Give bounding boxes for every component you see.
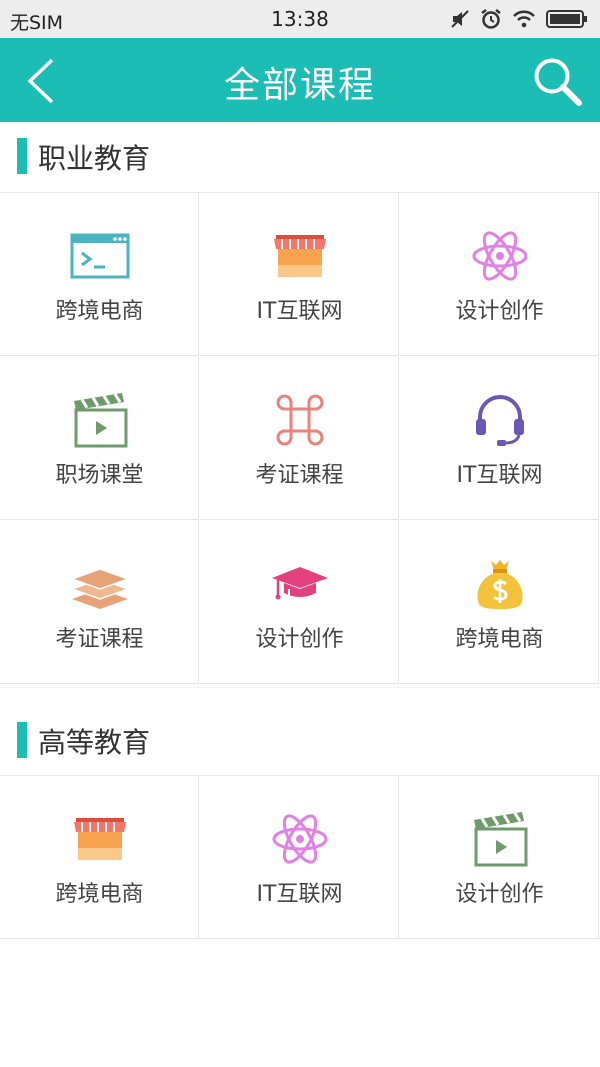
course-tile[interactable]: 设计创作 [400, 193, 599, 356]
course-tile[interactable]: 设计创作 [200, 521, 399, 684]
section-accent-bar [17, 138, 27, 174]
section-title: 职业教育 [38, 142, 151, 175]
storefront-icon [274, 235, 326, 277]
course-label: 跨境电商 [55, 299, 144, 324]
section-header-vocational: 职业教育 [0, 122, 600, 192]
status-bar: 无SIM 13:38 [0, 0, 600, 38]
section-title: 高等教育 [38, 726, 151, 759]
course-label: 设计创作 [455, 882, 544, 907]
app-header: 全部课程 [0, 38, 600, 122]
course-tile[interactable]: 跨境电商 [0, 193, 199, 356]
atom-icon [472, 231, 528, 281]
course-tile[interactable]: 考证课程 [0, 521, 199, 684]
layers-icon [69, 568, 131, 609]
course-tile[interactable]: IT互联网 [400, 357, 599, 520]
course-tile[interactable]: 考证课程 [200, 357, 399, 520]
clapperboard-icon [74, 393, 128, 448]
terminal-window-icon [70, 233, 130, 279]
course-tile[interactable]: 跨境电商 [400, 521, 599, 684]
course-tile[interactable]: 设计创作 [400, 776, 599, 939]
section-header-higher-education: 高等教育 [0, 706, 600, 776]
section-divider [0, 687, 600, 688]
wifi-icon [513, 10, 535, 28]
course-tile[interactable]: 跨境电商 [0, 776, 199, 939]
storefront-icon [74, 818, 126, 860]
course-grid-vocational: 跨境电商 IT互联网 设计创作 职场课堂 考证课程 IT互联网 考证课程 设计创… [0, 192, 600, 687]
mute-icon [451, 10, 469, 28]
course-tile[interactable]: IT互联网 [200, 776, 399, 939]
course-label: 设计创作 [455, 299, 544, 324]
course-label: IT互联网 [256, 299, 343, 324]
course-label: 跨境电商 [55, 882, 144, 907]
course-label: 考证课程 [55, 627, 144, 652]
headset-icon [476, 395, 524, 446]
clapperboard-icon [474, 812, 528, 867]
course-grid-higher-education: 跨境电商 IT互联网 设计创作 [0, 775, 600, 942]
course-tile[interactable]: 职场课堂 [0, 357, 199, 520]
status-icons [450, 8, 588, 30]
graduation-cap-icon [272, 567, 328, 600]
battery-icon [546, 10, 587, 28]
course-label: IT互联网 [456, 463, 543, 488]
course-tile[interactable]: IT互联网 [200, 193, 399, 356]
alarm-icon [481, 9, 501, 29]
command-key-icon [276, 394, 324, 446]
atom-icon [272, 814, 328, 864]
course-label: 考证课程 [255, 463, 344, 488]
course-label: 设计创作 [255, 627, 344, 652]
money-bag-icon [477, 560, 523, 609]
course-label: IT互联网 [256, 882, 343, 907]
search-icon[interactable] [530, 54, 584, 108]
page-title: 全部课程 [223, 65, 376, 106]
section-accent-bar [17, 722, 27, 758]
course-label: 职场课堂 [55, 463, 144, 488]
course-label: 跨境电商 [455, 627, 544, 652]
